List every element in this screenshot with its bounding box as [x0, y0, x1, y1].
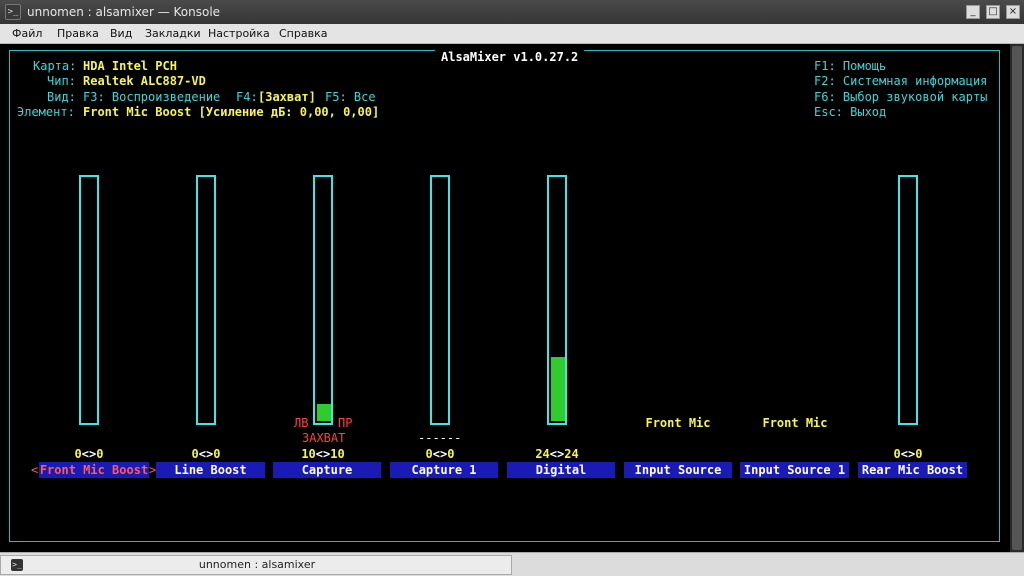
scrollbar-thumb[interactable]	[1012, 46, 1022, 550]
element-value: Front Mic Boost [Усиление дБ: 0,00, 0,00…	[83, 105, 380, 119]
capture-state[interactable]: ЗАХВАТ	[302, 431, 345, 446]
value-front-mic-boost: 0<>0	[74, 447, 104, 461]
control-front-mic-boost[interactable]: Front Mic Boost	[39, 462, 149, 478]
control-capture[interactable]: Capture	[273, 462, 381, 478]
help-esc: Esc: Выход	[814, 105, 887, 119]
volume-bar-rear-mic-boost[interactable]	[898, 175, 918, 425]
capture1-state[interactable]: ------	[418, 431, 461, 446]
menu-bookmarks[interactable]: Закладки	[145, 27, 201, 41]
view-capture-key: F4:	[236, 90, 258, 104]
value-line-boost: 0<>0	[191, 447, 221, 461]
view-capture: [Захват]	[258, 90, 316, 104]
terminal-scrollbar[interactable]	[1010, 44, 1024, 552]
value-rear-mic-boost: 0<>0	[893, 447, 923, 461]
minimize-button[interactable]: _	[966, 5, 980, 19]
element-label: Элемент:	[17, 105, 75, 119]
help-f2: F2: Системная информация	[814, 74, 988, 88]
menubar: Файл Правка Вид Закладки Настройка Справ…	[0, 24, 1024, 44]
volume-bar-front-mic-boost[interactable]	[79, 175, 99, 425]
capture-right-label: ПР	[338, 416, 353, 430]
value-capture: 10<>10	[301, 447, 345, 461]
control-line-boost[interactable]: Line Boost	[156, 462, 265, 478]
volume-bar-capture[interactable]	[313, 175, 333, 425]
menu-file[interactable]: Файл	[12, 27, 42, 41]
volume-fill-capture	[317, 404, 331, 421]
card-label: Карта:	[33, 59, 77, 73]
tab-bar: >_ unnomen : alsamixer	[0, 552, 1024, 576]
control-rear-mic-boost[interactable]: Rear Mic Boost	[858, 462, 967, 478]
help-f1: F1: Помощь	[814, 59, 887, 73]
control-input-source[interactable]: Input Source	[624, 462, 732, 478]
help-f6: F6: Выбор звуковой карты	[814, 90, 988, 104]
input-source-1-value: Front Mic	[762, 416, 828, 430]
tab-label: unnomen : alsamixer	[198, 558, 316, 571]
volume-bar-line-boost[interactable]	[196, 175, 216, 425]
menu-edit[interactable]: Правка	[57, 27, 99, 41]
menu-view[interactable]: Вид	[110, 27, 132, 41]
window-titlebar[interactable]: >_ unnomen : alsamixer — Konsole _ □ ×	[0, 0, 1024, 24]
chip-value: Realtek ALC887-VD	[83, 74, 206, 88]
volume-fill-digital	[551, 357, 565, 421]
control-digital[interactable]: Digital	[507, 462, 615, 478]
terminal-icon: >_	[5, 4, 21, 20]
control-capture-1[interactable]: Capture 1	[390, 462, 498, 478]
control-input-source-1[interactable]: Input Source 1	[740, 462, 849, 478]
card-value: HDA Intel PCH	[83, 59, 177, 73]
window-title: unnomen : alsamixer — Konsole	[27, 5, 221, 19]
volume-bar-capture-1[interactable]	[430, 175, 450, 425]
menu-settings[interactable]: Настройка	[208, 27, 270, 41]
capture-left-label: ЛВ	[294, 416, 309, 430]
menu-help[interactable]: Справка	[279, 27, 327, 41]
mixer-title: AlsaMixer v1.0.27.2	[435, 50, 585, 65]
terminal-view[interactable]: AlsaMixer v1.0.27.2 Карта: HDA Intel PCH…	[0, 44, 1010, 552]
value-digital: 24<>24	[535, 447, 579, 461]
chip-label: Чип:	[47, 74, 76, 88]
view-playback: F3: Воспроизведение	[83, 90, 221, 104]
close-button[interactable]: ×	[1006, 5, 1020, 19]
input-source-value: Front Mic	[645, 416, 711, 430]
selection-left-arrow: <	[31, 463, 39, 477]
view-all: F5: Все	[325, 90, 376, 104]
view-label: Вид:	[47, 90, 76, 104]
value-capture-1: 0<>0	[425, 447, 455, 461]
maximize-button[interactable]: □	[986, 5, 1000, 19]
tab-alsamixer[interactable]: >_ unnomen : alsamixer	[0, 555, 512, 575]
